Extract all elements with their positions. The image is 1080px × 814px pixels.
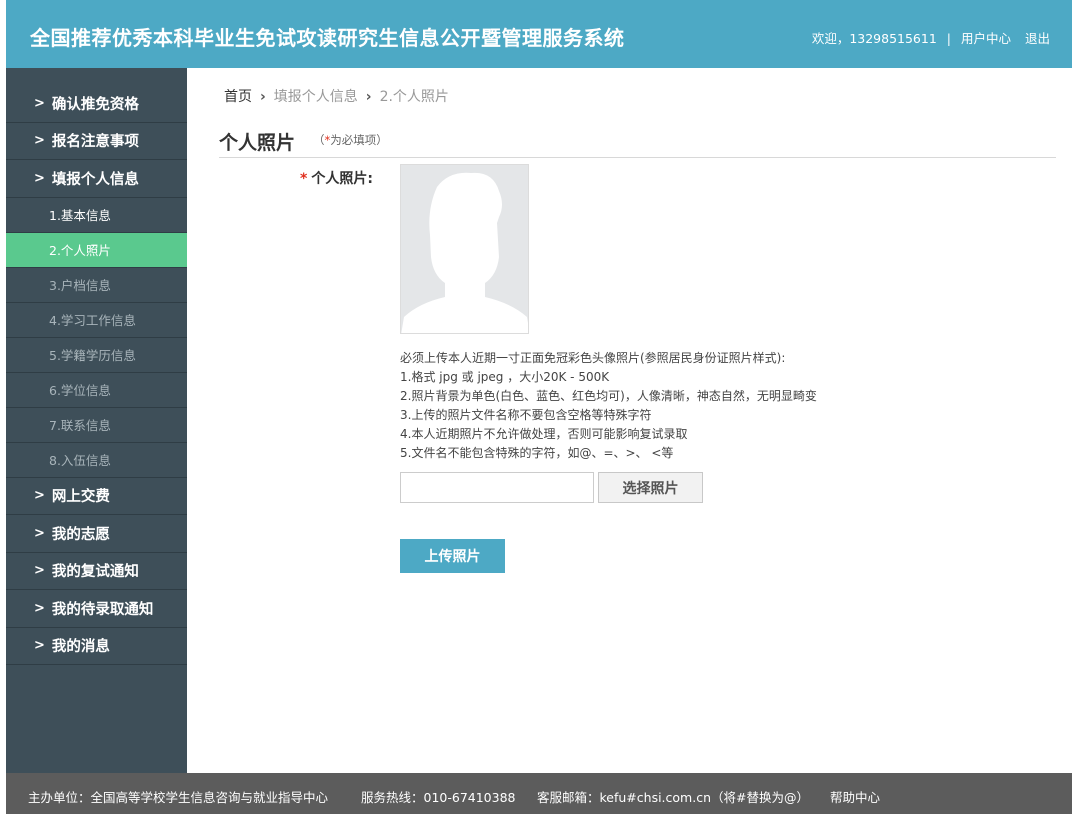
welcome-text: 欢迎，13298515611: [811, 31, 937, 46]
photo-label-text: 个人照片:: [311, 171, 373, 187]
required-star-icon: *: [300, 171, 308, 187]
instruction-line: 3.上传的照片文件名称不要包含空格等特殊字符: [400, 408, 652, 422]
choose-photo-button[interactable]: 选择照片: [598, 472, 703, 503]
sidebar-top-spacer: [6, 68, 187, 85]
breadcrumb-chevron-icon: ›: [365, 89, 372, 105]
sidebar-item-label: 报名注意事项: [51, 134, 139, 151]
chevron-right-icon: >: [34, 488, 45, 504]
sidebar-item-label: 我的志愿: [51, 526, 110, 543]
sidebar-item-interview-notices[interactable]: > 我的复试通知: [6, 553, 187, 590]
sidebar-item-my-messages[interactable]: > 我的消息: [6, 628, 187, 665]
chevron-right-icon: >: [34, 170, 45, 186]
sidebar-item-label: 确认推免资格: [51, 96, 139, 113]
breadcrumb-chevron-icon: ›: [260, 89, 266, 105]
chevron-right-icon: >: [34, 563, 45, 579]
sidebar-item-label: 网上交费: [51, 489, 110, 506]
upload-photo-button[interactable]: 上传照片: [400, 539, 505, 573]
sidebar-subitem-military-info[interactable]: 8.入伍信息: [6, 443, 187, 478]
sidebar-item-confirm-qualification[interactable]: > 确认推免资格: [6, 85, 187, 123]
instruction-line: 必须上传本人近期一寸正面免冠彩色头像照片(参照居民身份证照片样式):: [400, 351, 786, 365]
sidebar: > 确认推免资格 > 报名注意事项 > 填报个人信息 1.基本信息 2.个人照片…: [6, 68, 187, 773]
required-note-text: 为必填项）: [330, 133, 388, 147]
avatar-silhouette-icon: [401, 165, 528, 333]
photo-field-label: * 个人照片:: [300, 168, 373, 188]
breadcrumb: 首页 › 填报个人信息 › 2.个人照片: [224, 86, 449, 106]
chevron-right-icon: >: [34, 600, 45, 616]
chevron-right-icon: >: [34, 525, 45, 541]
file-path-input[interactable]: [400, 472, 594, 503]
sidebar-subitem-household-info[interactable]: 3.户档信息: [6, 268, 187, 303]
footer-host: 主办单位：全国高等学校学生信息咨询与就业指导中心: [28, 790, 329, 805]
sidebar-item-online-payment[interactable]: > 网上交费: [6, 478, 187, 515]
sidebar-subitem-degree-info[interactable]: 6.学位信息: [6, 373, 187, 408]
sidebar-subitem-study-work-info[interactable]: 4.学习工作信息: [6, 303, 187, 338]
footer-email: 客服邮箱：kefu#chsi.com.cn（将#替换为@）: [537, 790, 809, 805]
instruction-line: 1.格式 jpg 或 jpeg ，大小20K - 500K: [400, 370, 610, 384]
instruction-line: 4.本人近期照片不允许做处理，否则可能影响复试录取: [400, 427, 688, 441]
logout-link[interactable]: 退出: [1025, 31, 1050, 46]
sidebar-item-admission-notices[interactable]: > 我的待录取通知: [6, 590, 187, 628]
required-note: （*为必填项）: [313, 132, 388, 148]
main-content: 首页 › 填报个人信息 › 2.个人照片 个人照片 （*为必填项） * 个人照片: 必须上…: [187, 68, 1072, 773]
sidebar-item-registration-notes[interactable]: > 报名注意事项: [6, 123, 187, 160]
sidebar-subitem-basic-info[interactable]: 1.基本信息: [6, 198, 187, 233]
page-title: 个人照片: [219, 132, 296, 154]
section-divider: [219, 157, 1056, 158]
chevron-right-icon: >: [34, 638, 45, 654]
breadcrumb-current: 2.个人照片: [379, 89, 449, 105]
footer: 主办单位：全国高等学校学生信息咨询与就业指导中心 服务热线：010-674103…: [6, 773, 1072, 814]
instruction-line: 2.照片背景为单色(白色、蓝色、红色均可)，人像清晰，神态自然，无明显畸变: [400, 389, 817, 403]
sidebar-subitem-personal-photo[interactable]: 2.个人照片: [6, 232, 187, 268]
required-note-prefix: （: [313, 133, 325, 147]
header-bar: 全国推荐优秀本科毕业生免试攻读研究生信息公开暨管理服务系统 欢迎，1329851…: [6, 0, 1072, 68]
chevron-right-icon: >: [34, 95, 45, 111]
chevron-right-icon: >: [34, 133, 45, 149]
footer-help-link[interactable]: 帮助中心: [830, 787, 880, 806]
photo-placeholder: [400, 164, 529, 334]
sidebar-item-label: 我的待录取通知: [51, 601, 154, 618]
sidebar-item-personal-info[interactable]: > 填报个人信息: [6, 160, 187, 198]
app-title: 全国推荐优秀本科毕业生免试攻读研究生信息公开暨管理服务系统: [30, 26, 625, 50]
user-area: 欢迎，13298515611 | 用户中心 退出: [806, 28, 1050, 47]
breadcrumb-home[interactable]: 首页: [224, 89, 252, 105]
sidebar-subitem-education-info[interactable]: 5.学籍学历信息: [6, 338, 187, 373]
photo-instructions: 必须上传本人近期一寸正面免冠彩色头像照片(参照居民身份证照片样式): 1.格式 …: [400, 349, 817, 463]
sidebar-item-label: 我的消息: [51, 639, 110, 656]
sidebar-item-label: 我的复试通知: [51, 564, 139, 581]
header-separator: |: [946, 31, 951, 46]
footer-hotline: 服务热线：010-67410388: [361, 790, 516, 805]
instruction-line: 5.文件名不能包含特殊的字符，如@、=、>、 <等: [400, 446, 674, 460]
breadcrumb-personal-info[interactable]: 填报个人信息: [274, 89, 358, 105]
sidebar-subitem-contact-info[interactable]: 7.联系信息: [6, 408, 187, 443]
sidebar-item-my-choices[interactable]: > 我的志愿: [6, 515, 187, 553]
user-center-link[interactable]: 用户中心: [961, 31, 1011, 46]
sidebar-item-label: 填报个人信息: [51, 171, 139, 188]
